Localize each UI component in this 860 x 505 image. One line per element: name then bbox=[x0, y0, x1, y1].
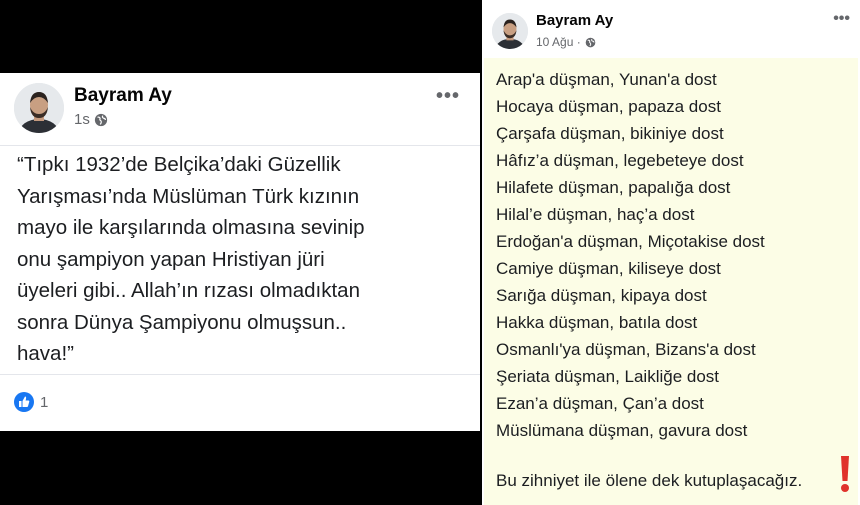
poem-line: Şeriata düşman, Laikliğe dost bbox=[496, 367, 720, 386]
post-text-line: mayo ile karşılarında olmasına sevinip bbox=[17, 216, 365, 239]
poem-line: Sarığa düşman, kipaya dost bbox=[496, 286, 707, 305]
poem-line: Hakka düşman, batıla dost bbox=[496, 313, 698, 332]
reactions-summary[interactable]: 1 bbox=[14, 392, 48, 412]
globe-icon bbox=[585, 37, 596, 48]
author-name[interactable]: Bayram Ay bbox=[74, 85, 172, 107]
post-text-line: Yarışması’nda Müslüman Türk kızının bbox=[17, 184, 360, 208]
exclamation-icon bbox=[838, 454, 852, 494]
post-text-line: üyeleri gibi.. Allah’ın rızası olmadıkta… bbox=[17, 279, 360, 302]
left-post-header: Bayram Ay 1s ••• bbox=[14, 81, 466, 133]
poem-line: Çarşafa düşman, bikiniye dost bbox=[496, 124, 724, 143]
globe-icon bbox=[94, 113, 108, 127]
avatar-image bbox=[14, 83, 64, 133]
post-text-line: “Tıpkı 1932’de Belçika’daki Güzellik bbox=[17, 153, 341, 176]
more-options-icon[interactable]: ••• bbox=[833, 10, 850, 28]
left-post: Bayram Ay 1s ••• “Tıpkı 1932’de Belçika’… bbox=[0, 73, 480, 431]
post-time[interactable]: 10 Ağu · bbox=[536, 35, 581, 49]
post-meta: 10 Ağu · bbox=[536, 35, 596, 49]
avatar-image bbox=[492, 13, 528, 49]
poem-line: Camiye düşman, kiliseye dost bbox=[496, 259, 721, 278]
poem-line: Hilal’e düşman, haç’a dost bbox=[496, 205, 695, 224]
poem-line: Osmanlı'ya düşman, Bizans'a dost bbox=[496, 340, 756, 359]
poem-line: Hâfız’a düşman, legebeteye dost bbox=[496, 151, 744, 170]
poem-line: Müslümana düşman, gavura dost bbox=[496, 421, 748, 440]
right-post-header: Bayram Ay 10 Ağu · ••• bbox=[492, 10, 852, 58]
post-text-line: sonra Dünya Şampiyonu olmuşsun.. bbox=[17, 310, 347, 334]
post-time[interactable]: 1s bbox=[74, 111, 90, 128]
reaction-count: 1 bbox=[40, 393, 49, 411]
author-name[interactable]: Bayram Ay bbox=[536, 12, 613, 29]
poem-line: Hocaya düşman, papaza dost bbox=[496, 97, 721, 116]
avatar[interactable] bbox=[14, 83, 64, 133]
poem-line: Arap'a düşman, Yunan'a dost bbox=[496, 70, 717, 89]
poem-line: Hilafete düşman, papalığa dost bbox=[496, 178, 731, 197]
post-text: “Tıpkı 1932’de Belçika’daki Güzellik Yar… bbox=[17, 149, 472, 370]
post-meta: 1s bbox=[74, 111, 108, 128]
closing-line: Bu zihniyet ile ölene dek kutuplaşacağız… bbox=[496, 471, 803, 490]
avatar[interactable] bbox=[492, 13, 528, 49]
divider bbox=[0, 145, 480, 146]
post-text-line: hava!” bbox=[17, 342, 74, 365]
divider bbox=[0, 374, 480, 375]
poem-line: Ezan’a düşman, Çan’a dost bbox=[496, 394, 704, 413]
like-icon bbox=[14, 392, 34, 412]
poem-line: Erdoğan'a düşman, Miçotakise dost bbox=[496, 232, 765, 251]
poem-text: Arap'a düşman, Yunan'a dost Hocaya düşma… bbox=[496, 66, 854, 444]
post-text-line: onu şampiyon yapan Hristiyan jüri bbox=[17, 247, 325, 271]
more-options-icon[interactable]: ••• bbox=[436, 85, 460, 108]
post-content-box: Arap'a düşman, Yunan'a dost Hocaya düşma… bbox=[484, 58, 858, 505]
right-post: Bayram Ay 10 Ağu · ••• Arap'a düşman, Yu… bbox=[482, 0, 860, 505]
